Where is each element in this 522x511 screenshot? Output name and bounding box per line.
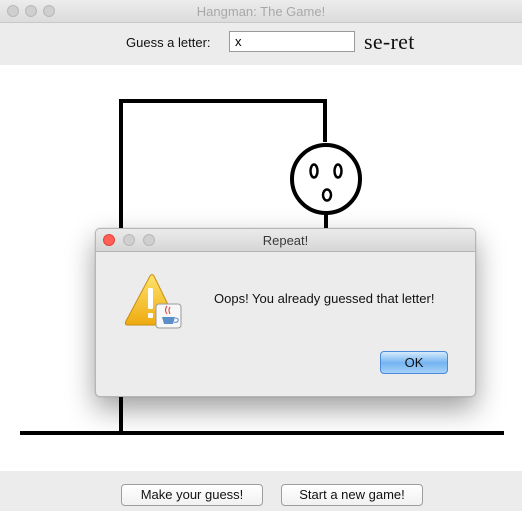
- guess-bar: Guess a letter: se-ret: [0, 23, 522, 65]
- dialog-message: Oops! You already guessed that letter!: [214, 291, 435, 306]
- dialog-titlebar: Repeat!: [96, 229, 475, 252]
- guess-label: Guess a letter:: [126, 35, 211, 50]
- warning-icon: [124, 274, 182, 329]
- window-titlebar: Hangman: The Game!: [0, 0, 522, 23]
- ok-button[interactable]: OK: [380, 351, 448, 374]
- hangman-left-eye: [309, 163, 319, 179]
- guess-input[interactable]: [229, 31, 355, 52]
- hangman-head: [290, 143, 362, 215]
- hangman-mouth: [321, 188, 333, 202]
- bottom-bar: Make your guess! Start a new game!: [0, 471, 522, 511]
- repeat-dialog: Repeat! Oops! You already guessed that l…: [95, 228, 476, 397]
- word-display: se-ret: [364, 29, 415, 54]
- java-cup-icon: [155, 303, 182, 329]
- window-title: Hangman: The Game!: [196, 4, 326, 19]
- make-guess-button[interactable]: Make your guess!: [121, 484, 263, 506]
- new-game-button[interactable]: Start a new game!: [281, 484, 423, 506]
- dialog-title: Repeat!: [262, 233, 309, 248]
- hangman-right-eye: [333, 163, 343, 179]
